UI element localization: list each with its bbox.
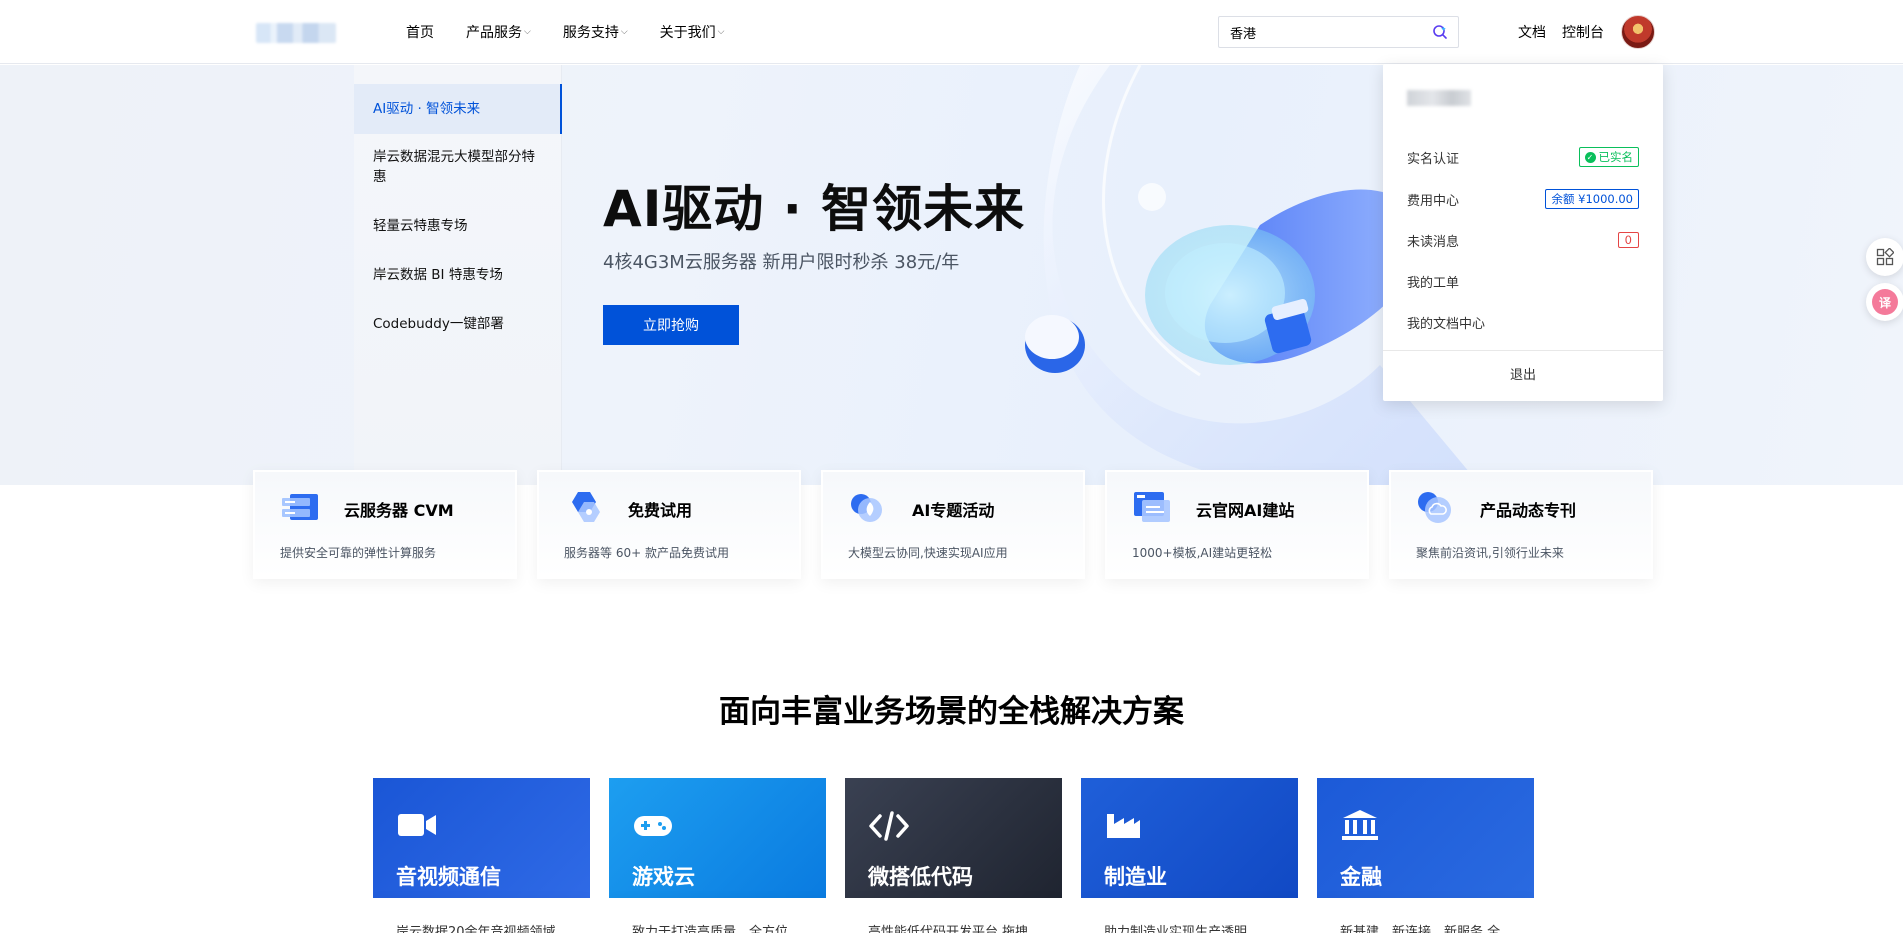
solution-title: 微搭低代码 (868, 865, 973, 889)
card-title: 云服务器 CVM (344, 501, 454, 520)
chevron-down-icon: ⌵ (524, 27, 531, 37)
chevron-down-icon: ⌵ (717, 27, 725, 37)
solution-title: 金融 (1340, 865, 1382, 889)
hero-menu-label: 轻量云特惠专场 (373, 218, 468, 234)
section-title: 面向丰富业务场景的全栈解决方案 (719, 694, 1184, 730)
unread-count-badge: 0 (1617, 232, 1639, 248)
menu-messages[interactable]: 未读消息 0 (1407, 230, 1639, 250)
apps-float-button[interactable] (1866, 238, 1903, 276)
divider (1383, 350, 1663, 351)
logout-button[interactable]: 退出 (1383, 364, 1663, 383)
buy-now-button[interactable]: 立即抢购 (603, 305, 739, 345)
card-title: 云官网AI建站 (1196, 501, 1295, 520)
nav-label: 关于我们 (659, 25, 716, 41)
hero-subtitle: 4核4G3M云服务器 新用户限时秒杀 38元/年 (603, 252, 960, 273)
nav-label: 产品服务 (466, 25, 522, 41)
menu-doc-center[interactable]: 我的文档中心 (1407, 312, 1639, 332)
search-icon[interactable] (1432, 24, 1448, 40)
card-desc: 提供安全可靠的弹性计算服务 (280, 546, 437, 560)
menu-billing[interactable]: 费用中心 余额 ¥1000.00 (1407, 189, 1639, 209)
solution-title: 制造业 (1104, 865, 1167, 889)
solution-card-manufacturing[interactable]: 制造业 助力制造业实现生产透明 (1081, 778, 1298, 933)
server-icon (282, 494, 318, 520)
card-desc: 1000+模板,AI建站更轻松 (1132, 546, 1273, 560)
menu-label: 实名认证 (1407, 151, 1460, 167)
feature-card-free-trial[interactable]: 免费试用 服务器等 60+ 款产品免费试用 (537, 470, 801, 579)
feature-card-ai-website[interactable]: 云官网AI建站 1000+模板,AI建站更轻松 (1105, 470, 1369, 579)
hero-menu-item[interactable]: 岸云数据混元大模型部分特惠 (354, 147, 562, 187)
main-nav: 首页 产品服务 ⌵ 服务支持 ⌵ 关于我们 ⌵ (406, 0, 756, 64)
code-icon (869, 811, 909, 841)
username (1407, 90, 1471, 106)
nav-support[interactable]: 服务支持 ⌵ (563, 22, 628, 42)
solution-desc: 助力制造业实现生产透明 (1104, 925, 1248, 933)
balance-badge: 余额 ¥1000.00 (1545, 189, 1639, 209)
search-input[interactable] (1219, 17, 1419, 47)
hero-menu-label: 岸云数据混元大模型部分特惠 (373, 149, 535, 185)
card-title: 免费试用 (628, 501, 693, 520)
solution-desc: 岸云数据20余年音视频领域 (396, 925, 556, 933)
menu-label: 未读消息 (1407, 234, 1460, 250)
menu-label: 我的文档中心 (1407, 316, 1486, 332)
hero-menu: AI驱动 · 智领未来 岸云数据混元大模型部分特惠 轻量云特惠专场 岸云数据 B… (354, 65, 562, 485)
solution-card-finance[interactable]: 金融 新基建、新连接、新服务,全 (1317, 778, 1534, 933)
feature-card-product-news[interactable]: 产品动态专刊 聚焦前沿资讯,引领行业未来 (1389, 470, 1653, 579)
solution-card-lowcode[interactable]: 微搭低代码 高性能低代码开发平台,拖拽 (845, 778, 1062, 933)
solution-title: 音视频通信 (396, 865, 501, 889)
menu-tickets[interactable]: 我的工单 (1407, 271, 1639, 291)
bank-icon (1342, 810, 1378, 840)
gamepad-icon (634, 816, 672, 836)
top-header: 首页 产品服务⌵ 服务支持⌵ 关于我们⌵ 文档 控制台 (0, 0, 1903, 64)
verified-badge: ✓ 已实名 (1578, 147, 1639, 167)
solution-card-game[interactable]: 游戏云 致力于打造高质量、全方位 (609, 778, 826, 933)
console-link[interactable]: 控制台 (1562, 22, 1604, 42)
video-camera-icon (398, 814, 436, 836)
feature-card-cvm[interactable]: 云服务器 CVM 提供安全可靠的弹性计算服务 (253, 470, 517, 579)
card-title: 产品动态专刊 (1480, 501, 1577, 520)
nav-about[interactable]: 关于我们 ⌵ (660, 22, 725, 42)
nav-home[interactable]: 首页 (406, 22, 434, 42)
hero-menu-item[interactable]: 轻量云特惠专场 (354, 216, 562, 236)
nav-label: 首页 (406, 25, 434, 41)
hero-menu-item[interactable]: AI驱动 · 智领未来 (354, 84, 562, 134)
solution-title: 游戏云 (632, 865, 695, 889)
translate-float-button[interactable]: 译 (1866, 283, 1903, 321)
hero-menu-item[interactable]: 岸云数据 BI 特惠专场 (354, 265, 562, 285)
grid-icon (1876, 248, 1894, 266)
solution-desc: 新基建、新连接、新服务,全 (1340, 925, 1501, 933)
chevron-down-icon: ⌵ (620, 27, 628, 37)
check-icon: ✓ (1584, 151, 1596, 163)
menu-label: 费用中心 (1407, 193, 1460, 209)
hero-menu-item[interactable]: Codebuddy一键部署 (354, 314, 562, 334)
flame-icon (851, 494, 882, 522)
badge-text: 已实名 (1598, 150, 1634, 164)
brand-logo[interactable] (256, 23, 336, 43)
menu-label: 我的工单 (1407, 275, 1460, 291)
factory-icon (1107, 814, 1140, 838)
website-icon (1134, 492, 1170, 522)
feature-card-ai-events[interactable]: AI专题活动 大模型云协同,快速实现AI应用 (821, 470, 1085, 579)
hero-menu-label: Codebuddy一键部署 (373, 316, 504, 332)
user-avatar[interactable] (1621, 15, 1655, 49)
hero-menu-label: AI驱动 · 智领未来 (373, 101, 481, 117)
solution-desc: 致力于打造高质量、全方位 (632, 925, 789, 933)
search-box (1218, 16, 1459, 48)
card-title: AI专题活动 (912, 501, 995, 520)
user-menu-dropdown: 实名认证 ✓ 已实名 费用中心 余额 ¥1000.00 未读消息 0 我的工单 我… (1383, 64, 1663, 401)
cloud-icon (1418, 492, 1451, 523)
hero-menu-label: 岸云数据 BI 特惠专场 (373, 267, 503, 283)
translate-icon: 译 (1872, 289, 1898, 315)
card-desc: 聚焦前沿资讯,引领行业未来 (1416, 546, 1564, 560)
nav-label: 服务支持 (562, 25, 619, 41)
card-desc: 大模型云协同,快速实现AI应用 (848, 546, 1008, 560)
card-desc: 服务器等 60+ 款产品免费试用 (564, 546, 729, 560)
cube-icon (572, 492, 600, 522)
docs-link[interactable]: 文档 (1518, 22, 1546, 42)
solution-desc: 高性能低代码开发平台,拖拽 (868, 925, 1029, 933)
solution-card-av[interactable]: 音视频通信 岸云数据20余年音视频领域 (373, 778, 590, 933)
menu-realname[interactable]: 实名认证 ✓ 已实名 (1407, 147, 1639, 167)
nav-products[interactable]: 产品服务 ⌵ (466, 22, 531, 42)
